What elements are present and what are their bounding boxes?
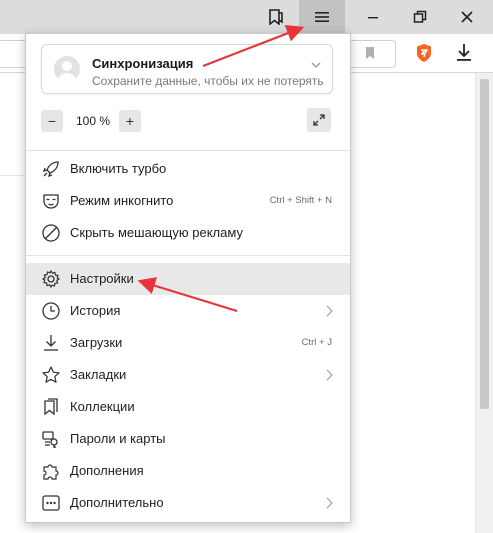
downloads-toolbar-icon[interactable]: [455, 42, 473, 62]
chevron-down-icon: [311, 62, 321, 68]
star-icon: [40, 365, 62, 385]
fullscreen-icon: [313, 114, 325, 126]
scrollbar-thumb[interactable]: [480, 79, 489, 409]
menu-divider: [26, 150, 350, 151]
user-avatar-icon: [57, 61, 77, 82]
zoom-in-button[interactable]: +: [119, 110, 141, 132]
menu-item-bookmarks[interactable]: Закладки: [26, 359, 350, 391]
menu-item-passwords[interactable]: Пароли и карты: [26, 423, 350, 455]
browser-window: Синхронизация Сохраните данные, чтобы их…: [0, 0, 493, 533]
clock-icon: [40, 301, 62, 321]
menu-item-downloads[interactable]: Загрузки Ctrl + J: [26, 327, 350, 359]
main-menu-button[interactable]: [299, 0, 345, 34]
title-bar: [0, 0, 493, 34]
menu-item-shortcut: Ctrl + Shift + N: [269, 195, 332, 206]
close-icon: [461, 11, 473, 23]
chevron-right-icon: [326, 497, 333, 509]
menu-item-label: Коллекции: [70, 399, 135, 414]
close-button[interactable]: [444, 0, 490, 34]
zoom-controls: − 100 % +: [41, 108, 331, 134]
bookmarks-panel-button[interactable]: [253, 0, 299, 34]
menu-divider: [26, 255, 350, 256]
menu-item-extensions[interactable]: Дополнения: [26, 455, 350, 487]
incognito-mask-icon: [40, 191, 62, 211]
menu-item-label: Загрузки: [70, 335, 123, 350]
menu-item-incognito[interactable]: Режим инкогнито Ctrl + Shift + N: [26, 185, 350, 217]
bookmark-flag-icon[interactable]: [364, 46, 376, 60]
zoom-level: 100 %: [75, 114, 111, 128]
minimize-icon: [368, 17, 378, 19]
page-scrollbar[interactable]: [475, 73, 493, 533]
menu-item-label: Режим инкогнито: [70, 193, 174, 208]
chevron-right-icon: [326, 305, 333, 317]
avatar: [54, 56, 80, 82]
collections-bookmark-icon: [40, 397, 62, 417]
fullscreen-button[interactable]: [307, 108, 331, 132]
menu-item-label: Дополнения: [70, 463, 144, 478]
menu-item-label: Включить турбо: [70, 161, 167, 176]
restore-icon: [413, 10, 427, 23]
menu-item-label: Скрыть мешающую рекламу: [70, 225, 243, 240]
menu-item-label: Пароли и карты: [70, 431, 166, 446]
minimize-button[interactable]: [350, 0, 396, 34]
bookmarks-panel-icon: [269, 9, 283, 25]
chevron-right-icon: [326, 369, 333, 381]
hamburger-menu-icon: [315, 12, 329, 22]
zoom-out-button[interactable]: −: [41, 110, 63, 132]
menu-item-label: История: [70, 303, 121, 318]
sync-card[interactable]: Синхронизация Сохраните данные, чтобы их…: [41, 44, 333, 94]
restore-button[interactable]: [397, 0, 443, 34]
more-dots-icon: [40, 493, 62, 513]
menu-item-label: Дополнительно: [70, 495, 164, 510]
menu-item-collections[interactable]: Коллекции: [26, 391, 350, 423]
gear-icon: [40, 269, 62, 289]
rocket-icon: [40, 159, 62, 179]
menu-item-label: Настройки: [70, 271, 134, 286]
menu-item-shortcut: Ctrl + J: [301, 337, 332, 348]
block-ads-icon: [40, 223, 62, 243]
menu-item-turbo[interactable]: Включить турбо: [26, 153, 350, 185]
key-card-icon: [40, 429, 62, 449]
menu-item-settings[interactable]: Настройки: [26, 263, 350, 295]
sync-subtitle: Сохраните данные, чтобы их не потерять: [92, 74, 324, 88]
sync-title: Синхронизация: [92, 56, 194, 71]
menu-item-label: Закладки: [70, 367, 127, 382]
menu-item-history[interactable]: История: [26, 295, 350, 327]
download-icon: [40, 333, 62, 353]
puzzle-icon: [40, 461, 62, 481]
page-divider: [0, 175, 24, 176]
menu-item-hide-ads[interactable]: Скрыть мешающую рекламу: [26, 217, 350, 249]
protect-shield-icon[interactable]: [415, 43, 433, 63]
menu-item-more[interactable]: Дополнительно: [26, 487, 350, 519]
main-menu: Синхронизация Сохраните данные, чтобы их…: [25, 33, 351, 523]
